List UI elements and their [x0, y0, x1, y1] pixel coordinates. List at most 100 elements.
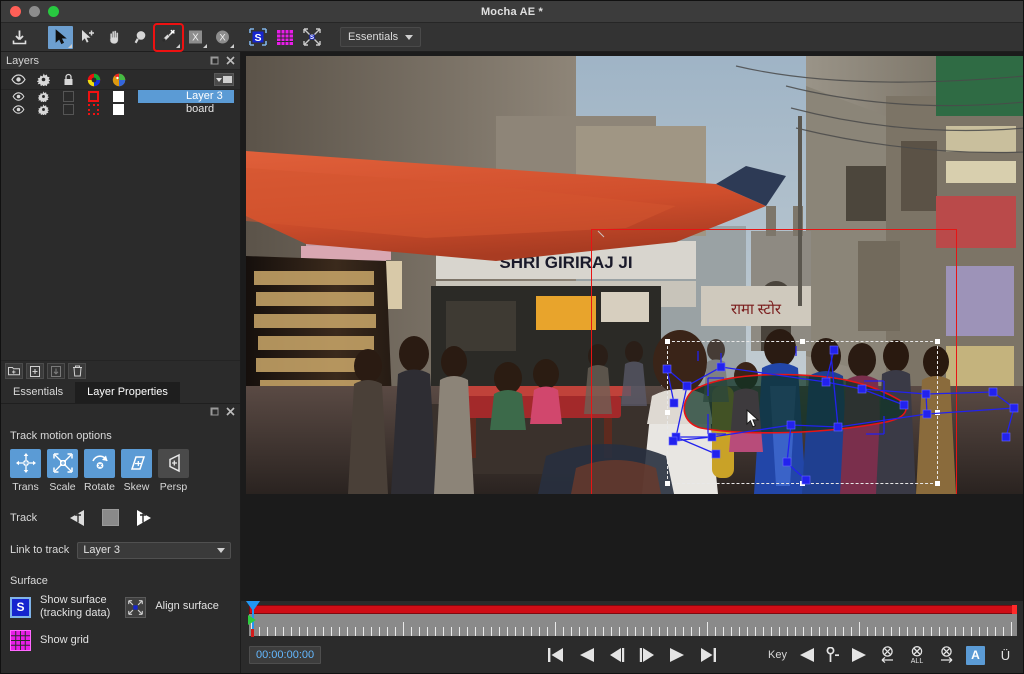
- save-export-icon[interactable]: [7, 26, 32, 49]
- merge-layer-icon[interactable]: [47, 363, 65, 379]
- motion-label: Scale: [49, 480, 76, 493]
- step-forward-button[interactable]: [639, 647, 655, 663]
- in-point-marker[interactable]: [248, 615, 256, 625]
- delete-all-keyframes-button[interactable]: ALL: [907, 646, 927, 664]
- lock-checkbox[interactable]: [56, 104, 81, 115]
- tracked-range-bar[interactable]: [249, 605, 1017, 614]
- float-panel-icon[interactable]: [210, 407, 219, 416]
- tab-layer-properties[interactable]: Layer Properties: [75, 381, 180, 403]
- gear-icon[interactable]: [31, 91, 56, 102]
- fill-color-swatch[interactable]: [106, 91, 131, 102]
- tool-flyout-corner: [203, 43, 207, 48]
- align-surface-icon[interactable]: [125, 596, 147, 618]
- left-panel-column: Layers Layer 3 board Essentials Layer Pr…: [1, 52, 241, 673]
- prev-keyframe-button[interactable]: [798, 647, 815, 663]
- layer-name-label[interactable]: board: [138, 103, 234, 116]
- fill-color-swatch[interactable]: [106, 104, 131, 115]
- play-forward-button[interactable]: [669, 647, 685, 663]
- layers-list: Layer 3 board: [1, 90, 240, 360]
- align-surface-icon[interactable]: S: [299, 26, 324, 49]
- surface-section-title: Surface: [10, 574, 48, 587]
- lock-icon[interactable]: [56, 73, 81, 86]
- svg-text:X: X: [192, 33, 199, 44]
- select-tool-icon[interactable]: [48, 25, 73, 49]
- close-window-button[interactable]: [10, 6, 21, 17]
- auto-keyframe-toggle[interactable]: A: [966, 645, 985, 665]
- close-panel-icon[interactable]: [226, 407, 235, 416]
- link-to-track-dropdown[interactable]: Layer 3: [77, 541, 231, 559]
- eye-icon[interactable]: [6, 105, 31, 114]
- go-to-end-button[interactable]: [699, 647, 717, 663]
- surface-s-icon[interactable]: S: [10, 596, 31, 618]
- motion-option-skew[interactable]: Skew: [121, 448, 152, 493]
- motion-label: Rotate: [84, 480, 115, 493]
- bezier-spline-tool-icon[interactable]: X: [210, 26, 235, 49]
- color-palette-icon[interactable]: [106, 73, 131, 87]
- track-forwards-icon[interactable]: [133, 509, 155, 527]
- surface-row-1: S Show surface (tracking data) Align sur…: [1, 594, 240, 622]
- float-panel-icon[interactable]: [210, 56, 219, 65]
- layer-properties-panel: Track motion options Trans Scale Rotate …: [1, 403, 240, 673]
- minimize-window-button[interactable]: [29, 6, 40, 17]
- video-frame[interactable]: SHRI GIRIRAJ JI JEWELLERS रामा स्टोर: [246, 56, 1023, 494]
- link-to-track-tool-icon[interactable]: [153, 22, 184, 52]
- motion-option-trans[interactable]: Trans: [10, 448, 41, 493]
- motion-option-rotate[interactable]: Rotate: [84, 448, 115, 493]
- timeline-ruler[interactable]: [249, 614, 1017, 636]
- step-backward-button[interactable]: [609, 647, 625, 663]
- color-wheel-icon[interactable]: [81, 73, 106, 87]
- timecode-field[interactable]: 00:00:00:00: [249, 646, 322, 664]
- viewer-canvas[interactable]: SHRI GIRIRAJ JI JEWELLERS रामा स्टोर: [241, 52, 1023, 601]
- x-spline-tool-icon[interactable]: X: [183, 26, 208, 49]
- zoom-window-button[interactable]: [48, 6, 59, 17]
- new-folder-icon[interactable]: [5, 363, 23, 379]
- motion-option-scale[interactable]: Scale: [47, 448, 78, 493]
- tool-flyout-corner: [176, 43, 180, 48]
- layer-options-menu-icon[interactable]: [214, 73, 234, 86]
- tab-essentials[interactable]: Essentials: [1, 382, 75, 403]
- show-grid-icon[interactable]: [272, 26, 297, 49]
- link-to-track-value: Layer 3: [83, 544, 121, 556]
- layer-row[interactable]: Layer 3: [1, 90, 240, 103]
- range-end-handle[interactable]: [1012, 605, 1017, 614]
- track-backwards-icon[interactable]: [66, 509, 88, 527]
- add-point-tool-icon[interactable]: [75, 26, 100, 49]
- play-backwards-button[interactable]: [579, 647, 595, 663]
- gear-icon[interactable]: [31, 104, 56, 115]
- surface-row-2: Show grid: [1, 630, 240, 651]
- layer-row[interactable]: board: [1, 103, 240, 116]
- show-surface-icon[interactable]: S: [245, 26, 270, 49]
- window-controls: [1, 6, 59, 17]
- gear-icon[interactable]: [31, 73, 56, 86]
- track-motion-options: Trans Scale Rotate Skew Persp: [1, 448, 240, 493]
- svg-text:S: S: [254, 32, 261, 44]
- delete-keyframes-backward-button[interactable]: [879, 646, 896, 664]
- svg-text:रामा स्टोर: रामा स्टोर: [731, 300, 782, 318]
- eye-icon[interactable]: [6, 92, 31, 101]
- grid-icon[interactable]: [10, 630, 31, 651]
- close-panel-icon[interactable]: [226, 56, 235, 65]
- motion-option-persp[interactable]: Persp: [158, 448, 189, 493]
- track-stop-icon[interactable]: [102, 509, 119, 526]
- link-to-track-label: Link to track: [10, 544, 70, 556]
- timeline-track[interactable]: [241, 601, 1023, 637]
- workspace-selector[interactable]: Essentials: [340, 27, 422, 47]
- layers-panel-header: Layers: [1, 52, 240, 70]
- layer-name-label[interactable]: Layer 3: [138, 90, 234, 103]
- properties-tab-bar: Essentials Layer Properties: [1, 381, 240, 404]
- add-layer-icon[interactable]: [26, 363, 44, 379]
- lock-checkbox[interactable]: [56, 91, 81, 102]
- keyframe-marker[interactable]: [251, 629, 254, 637]
- delete-keyframes-forward-button[interactable]: [938, 646, 955, 664]
- go-to-start-button[interactable]: [547, 647, 565, 663]
- eye-icon[interactable]: [6, 74, 31, 85]
- next-keyframe-button[interactable]: [851, 647, 868, 663]
- undo-keyframe-button[interactable]: Ü: [996, 646, 1015, 665]
- delete-layer-icon[interactable]: [68, 363, 86, 379]
- window-title: Mocha AE *: [480, 5, 544, 18]
- outline-color-swatch[interactable]: [81, 104, 106, 115]
- zoom-magnifier-icon[interactable]: [129, 26, 154, 49]
- outline-color-swatch[interactable]: [81, 91, 106, 102]
- add-keyframe-button[interactable]: [826, 647, 840, 663]
- pan-hand-tool-icon[interactable]: [102, 26, 127, 49]
